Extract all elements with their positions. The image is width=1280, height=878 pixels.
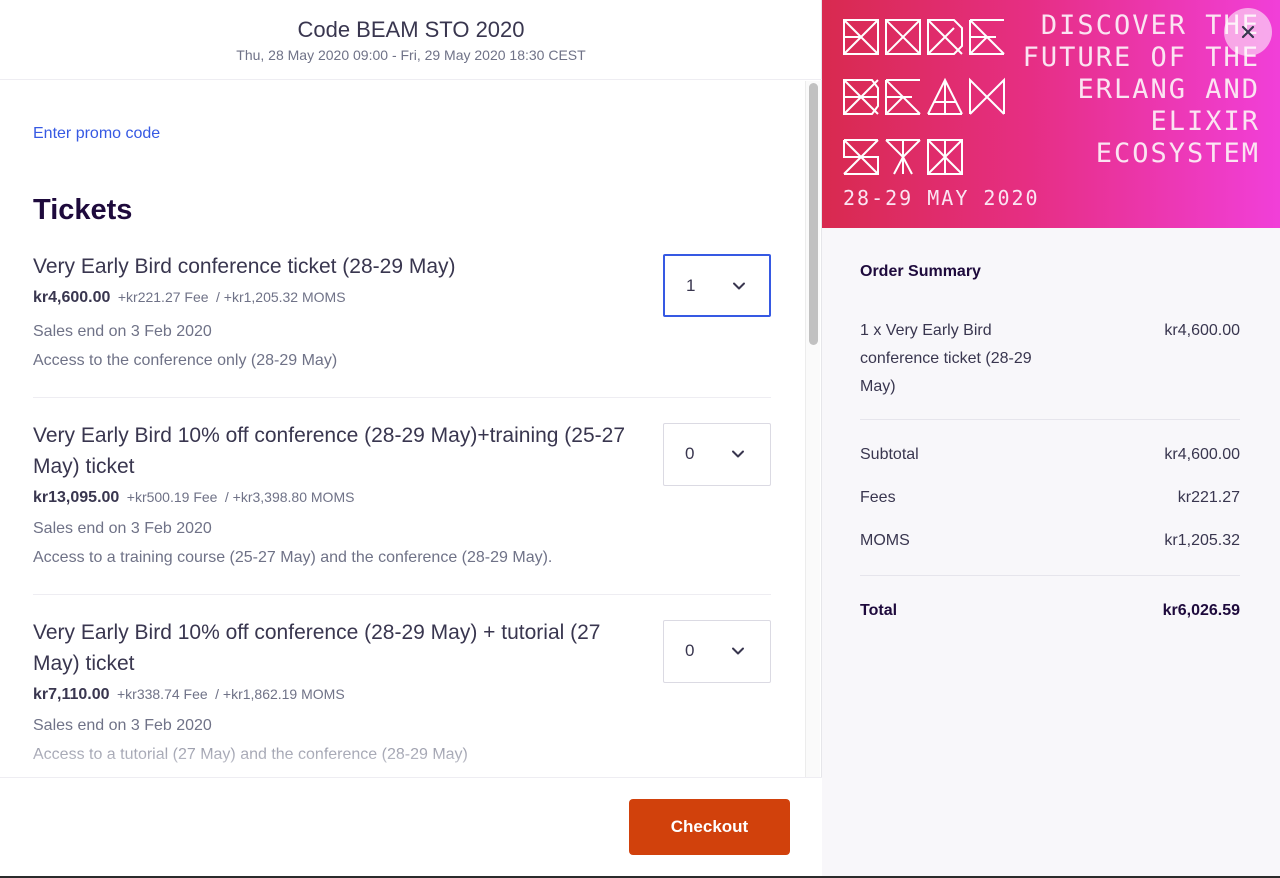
- total-label: Total: [860, 602, 898, 619]
- event-banner: DISCOVER THE FUTURE OF THE ERLANG AND EL…: [822, 0, 1280, 228]
- event-title: Code BEAM STO 2020: [297, 17, 525, 42]
- moms-amount: kr1,205.32: [1164, 532, 1240, 549]
- ticket-checkout-modal: Code BEAM STO 2020 Thu, 28 May 2020 09:0…: [0, 0, 1280, 876]
- ticket-moms: / +kr3,398.80 MOMS: [224, 489, 355, 505]
- moms-label: MOMS: [860, 532, 910, 549]
- ticket-name: Very Early Bird 10% off conference (28-2…: [33, 424, 625, 478]
- ticket-sales-end: Sales end on 3 Feb 2020: [33, 717, 212, 734]
- ticket-price: kr7,110.00: [33, 686, 110, 703]
- total-amount: kr6,026.59: [1162, 602, 1240, 619]
- summary-item-amount: kr4,600.00: [1164, 322, 1240, 339]
- ticket-price-line: kr4,600.00 +kr221.27 Fee / +kr1,205.32 M…: [33, 289, 346, 307]
- code-beam-logo: [843, 19, 1005, 175]
- checkout-footer: Checkout: [0, 777, 822, 876]
- enter-promo-code-link[interactable]: Enter promo code: [33, 125, 160, 143]
- ticket-price-line: kr13,095.00 +kr500.19 Fee / +kr3,398.80 …: [33, 489, 354, 507]
- banner-tagline-line: ELIXIR: [1150, 106, 1260, 137]
- subtotal-amount: kr4,600.00: [1164, 446, 1240, 463]
- summary-moms-row: MOMS kr1,205.32: [860, 532, 1240, 556]
- ticket-price: kr4,600.00: [33, 289, 111, 306]
- summary-divider: [860, 575, 1240, 576]
- ticket-name: Very Early Bird 10% off conference (28-2…: [33, 621, 601, 675]
- ticket-divider: [33, 397, 771, 398]
- quantity-select[interactable]: 1: [663, 254, 771, 317]
- close-button[interactable]: [1224, 8, 1272, 56]
- ticket-description: Access to a tutorial (27 May) and the co…: [33, 746, 468, 763]
- event-date: Thu, 28 May 2020 09:00 - Fri, 29 May 202…: [236, 47, 586, 63]
- tickets-heading: Tickets: [33, 194, 133, 226]
- ticket-fee: +kr500.19 Fee: [126, 489, 218, 505]
- event-header: Code BEAM STO 2020 Thu, 28 May 2020 09:0…: [0, 0, 822, 80]
- summary-fees-row: Fees kr221.27: [860, 489, 1240, 513]
- ticket-fee: +kr338.74 Fee: [116, 686, 208, 702]
- banner-tagline-line: ERLANG AND: [1077, 74, 1260, 105]
- ticket-sales-end: Sales end on 3 Feb 2020: [33, 520, 212, 537]
- chevron-down-icon: [733, 282, 745, 290]
- summary-item-name: 1 x Very Early Bird conference ticket (2…: [860, 322, 1032, 395]
- close-icon: [1241, 25, 1255, 39]
- quantity-select[interactable]: 0: [663, 423, 771, 486]
- order-summary-title: Order Summary: [860, 263, 981, 280]
- chevron-down-icon: [732, 450, 744, 458]
- fees-label: Fees: [860, 489, 896, 506]
- ticket-fee: +kr221.27 Fee: [117, 289, 209, 305]
- scrollbar[interactable]: [805, 81, 820, 777]
- chevron-down-icon: [732, 647, 744, 655]
- ticket-description: Access to a training course (25-27 May) …: [33, 549, 553, 566]
- scrollbar-thumb[interactable]: [809, 83, 818, 345]
- quantity-value: 1: [686, 276, 696, 295]
- quantity-value: 0: [685, 444, 695, 463]
- ticket-description: Access to the conference only (28-29 May…: [33, 352, 338, 369]
- banner-date: 28-29 MAY 2020: [843, 186, 1040, 210]
- ticket-moms: / +kr1,205.32 MOMS: [215, 289, 346, 305]
- summary-subtotal-row: Subtotal kr4,600.00: [860, 446, 1240, 470]
- ticket-divider: [33, 594, 771, 595]
- ticket-sales-end: Sales end on 3 Feb 2020: [33, 323, 212, 340]
- ticket-moms: / +kr1,862.19 MOMS: [215, 686, 345, 702]
- checkout-button[interactable]: Checkout: [629, 799, 790, 855]
- ticket-price-line: kr7,110.00 +kr338.74 Fee / +kr1,862.19 M…: [33, 686, 345, 704]
- quantity-select[interactable]: 0: [663, 620, 771, 683]
- order-summary-panel: DISCOVER THE FUTURE OF THE ERLANG AND EL…: [822, 0, 1280, 876]
- quantity-value: 0: [685, 641, 695, 660]
- fees-amount: kr221.27: [1177, 489, 1240, 506]
- summary-total-row: Total kr6,026.59: [860, 602, 1240, 626]
- ticket-selection-panel: Code BEAM STO 2020 Thu, 28 May 2020 09:0…: [0, 0, 822, 876]
- summary-divider: [860, 419, 1240, 420]
- banner-tagline-line: FUTURE OF THE: [1022, 42, 1260, 73]
- banner-tagline-line: ECOSYSTEM: [1095, 138, 1260, 169]
- ticket-name: Very Early Bird conference ticket (28-29…: [33, 255, 456, 278]
- ticket-price: kr13,095.00: [33, 489, 120, 506]
- subtotal-label: Subtotal: [860, 446, 919, 463]
- ticket-list-scroll-area[interactable]: Enter promo code Tickets Very Early Bird…: [0, 81, 805, 777]
